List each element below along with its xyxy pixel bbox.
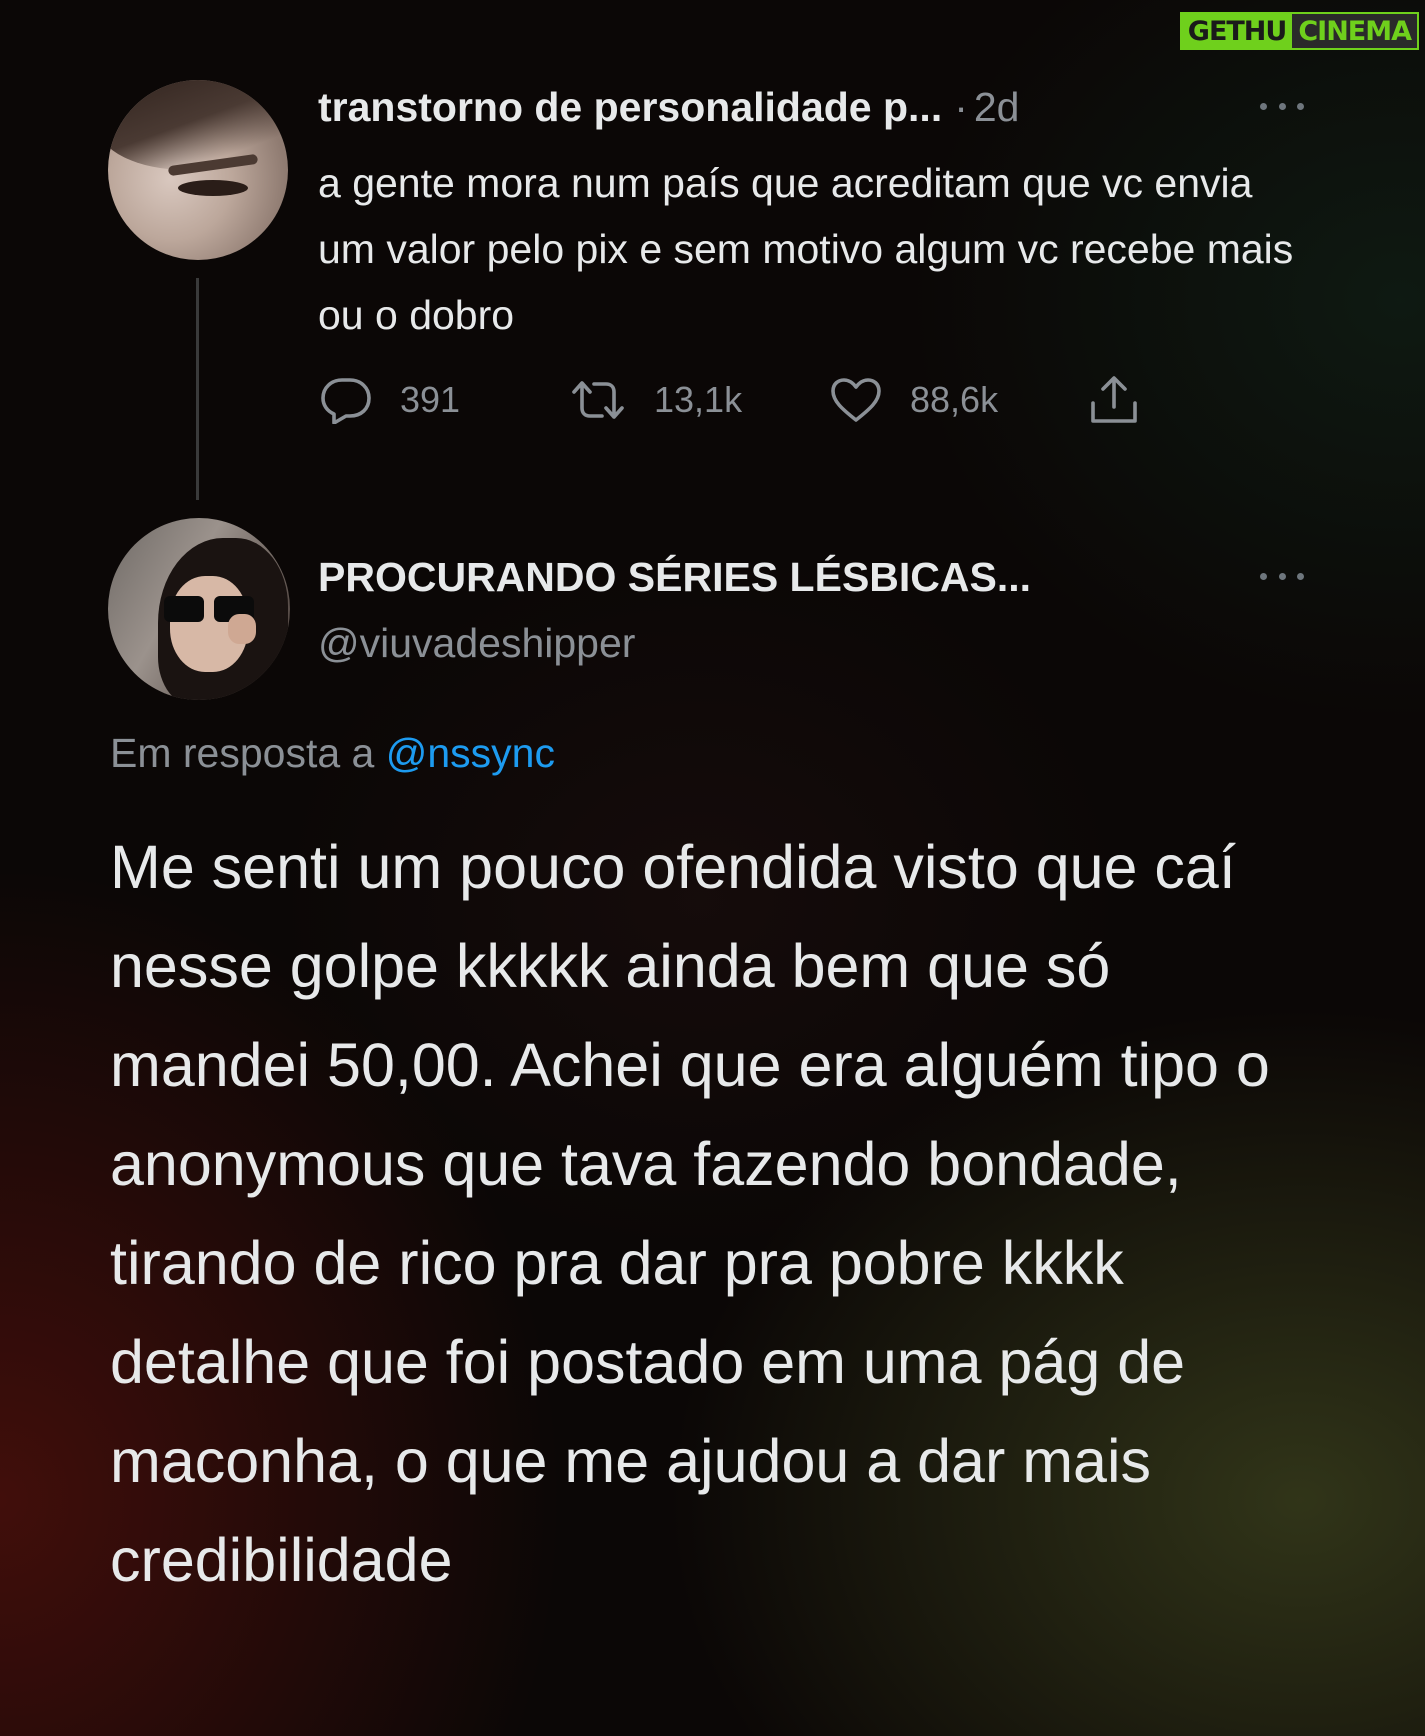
display-name[interactable]: transtorno de personalidade p...: [318, 84, 942, 131]
avatar[interactable]: [108, 518, 290, 700]
reply-context: Em resposta a @nssync: [110, 730, 555, 777]
reply-icon: [321, 378, 371, 424]
more-icon[interactable]: [1260, 570, 1304, 582]
watermark-logo: GETHU CINEMA: [1179, 12, 1419, 50]
retweet-count: 13,1k: [654, 379, 743, 420]
action-bar: 391 13,1k 88,6k: [320, 370, 1220, 430]
timestamp[interactable]: 2d: [974, 84, 1020, 131]
retweet-icon: [572, 381, 624, 419]
user-handle[interactable]: @viuvadeshipper: [318, 620, 635, 667]
watermark-part2: CINEMA: [1298, 16, 1412, 47]
watermark-part1: GETHU: [1181, 14, 1293, 48]
like-count: 88,6k: [910, 379, 999, 420]
display-name[interactable]: PROCURANDO SÉRIES LÉSBICAS...: [318, 554, 1031, 601]
reply-count: 391: [400, 379, 461, 420]
tweet-text: a gente mora num país que acreditam que …: [318, 160, 1294, 338]
retweet-button[interactable]: 13,1k: [570, 370, 742, 430]
reply-mention-link[interactable]: @nssync: [386, 730, 555, 776]
avatar[interactable]: [108, 80, 288, 260]
reply-prefix: Em resposta a: [110, 730, 386, 776]
tweet-header: transtorno de personalidade p... · 2d: [318, 84, 1019, 131]
like-icon: [831, 378, 881, 422]
reply-button[interactable]: 391: [320, 370, 460, 430]
tweet-text: Me senti um pouco ofendida visto que caí…: [110, 833, 1270, 1594]
share-icon: [1091, 376, 1137, 423]
share-button[interactable]: [1088, 370, 1140, 430]
more-icon[interactable]: [1260, 100, 1304, 112]
separator: ·: [954, 84, 968, 130]
thread-line: [196, 278, 199, 500]
like-button[interactable]: 88,6k: [830, 370, 998, 430]
